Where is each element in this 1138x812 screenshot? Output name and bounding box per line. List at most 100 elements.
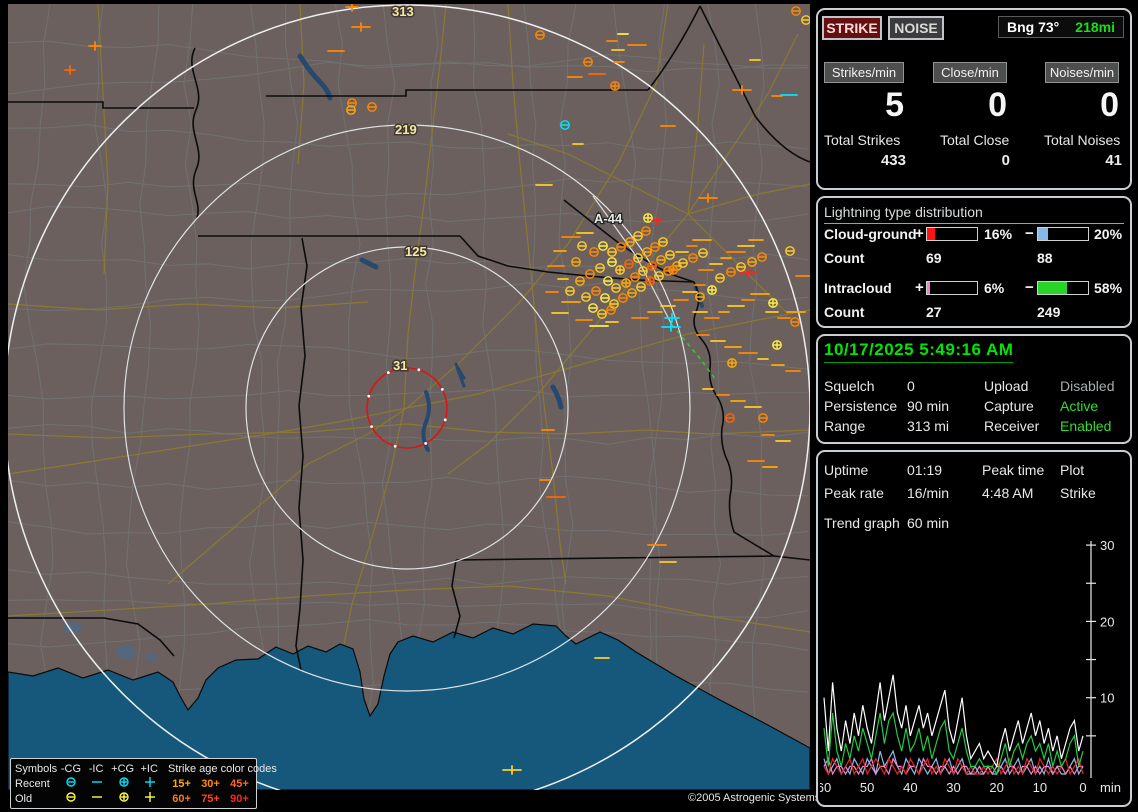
trend-x-tick-label: 10 xyxy=(1033,780,1047,795)
age-code-45: 45+ xyxy=(230,777,249,790)
legend-old-label: Old xyxy=(15,792,33,805)
strike-cp xyxy=(768,298,778,308)
legend-col-nic: -IC xyxy=(88,762,104,775)
cg-minus-pct: 20% xyxy=(1094,226,1123,242)
range-label: Range xyxy=(824,418,866,434)
trend-x-unit-label: min xyxy=(1100,780,1121,795)
cg-minus-bar xyxy=(1037,227,1089,241)
trend-series-white xyxy=(823,674,1084,769)
status-groupbox: 10/17/2025 5:49:16 AM Squelch 0 Upload D… xyxy=(816,334,1132,444)
legend-recent-cgp-icon xyxy=(110,776,137,791)
icp-symbol-icon xyxy=(145,792,156,802)
trend-y-tick-label: 30 xyxy=(1100,538,1114,553)
noise-button[interactable]: NOISE xyxy=(888,16,944,40)
cg-minus-sign: − xyxy=(1025,225,1034,242)
age-code-15: 15+ xyxy=(172,777,191,790)
legend-old-cgp-icon xyxy=(110,791,137,806)
strike-cp xyxy=(615,265,625,275)
icp-symbol-icon xyxy=(145,777,156,787)
uptime-value: 01:19 xyxy=(907,462,943,478)
trend-x-tick-label: 0 xyxy=(1079,780,1086,795)
ic-minus-pct: 58% xyxy=(1094,280,1123,296)
ic-plus-sign: + xyxy=(915,279,924,296)
close-per-min-chip[interactable]: Close/min xyxy=(933,62,1007,83)
ic-plus-count: 27 xyxy=(926,304,942,320)
range-value: 313 mi xyxy=(907,418,950,434)
total-noises-label: Total Noises xyxy=(1044,132,1121,148)
strikes-per-min-value: 5 xyxy=(885,86,904,124)
legend-symbols-title: Symbols xyxy=(15,762,58,775)
persistence-value: 90 min xyxy=(907,398,950,414)
strikes-per-min-chip[interactable]: Strikes/min xyxy=(824,62,904,83)
age-code-30: 30+ xyxy=(201,777,220,790)
legend-row-old: Old 60+ 75+ 90+ xyxy=(15,791,254,806)
strike-cp xyxy=(668,265,678,275)
squelch-label: Squelch xyxy=(824,378,875,394)
ic-plus-pct: 6% xyxy=(984,280,1005,296)
legend-old-cgm-icon xyxy=(58,791,84,806)
cg-plus-bar xyxy=(926,227,978,241)
ring-distance-label: 31 xyxy=(393,358,407,373)
peak-time-value: 4:48 AM xyxy=(982,485,1034,501)
strike-cp xyxy=(707,285,717,295)
cgm-symbol-icon xyxy=(66,777,76,787)
trend-y-tick-label: 10 xyxy=(1100,691,1114,706)
trend-x-tick-label: 30 xyxy=(946,780,960,795)
legend-row-recent: Recent 15+ 30+ 45+ xyxy=(15,776,254,791)
ic-minus-bar xyxy=(1037,281,1089,295)
peak-rate-value: 16/min xyxy=(907,485,950,501)
map-canvas[interactable]: 313 219 125 31 A-44 xyxy=(3,2,811,812)
cgm-symbol-icon xyxy=(66,792,76,802)
bearing-display: Bng 73° 218mi xyxy=(998,16,1124,38)
legend-col-ncg: -CG xyxy=(60,762,82,775)
peak-rate-label: Peak rate xyxy=(824,485,884,501)
bearing-range-value: 218mi xyxy=(1075,19,1115,35)
legend-old-icp-icon xyxy=(137,791,163,806)
cloud-ground-label: Cloud-ground xyxy=(824,226,917,242)
icm-symbol-icon xyxy=(91,796,102,798)
strike-cp xyxy=(647,261,657,271)
plot-label: Plot xyxy=(1060,462,1085,478)
trend-graph-chart: 10 20 30 60 50 40 30 20 10 0 min xyxy=(820,538,1121,795)
noises-per-min-chip[interactable]: Noises/min xyxy=(1045,62,1119,83)
trend-groupbox: Uptime 01:19 Peak time Plot Peak rate 16… xyxy=(816,450,1132,807)
squelch-value: 0 xyxy=(907,378,915,394)
trend-y-tick-label: 20 xyxy=(1100,614,1114,629)
trend-x-tick-label: 20 xyxy=(989,780,1003,795)
capture-status: Active xyxy=(1060,398,1099,414)
trend-graph-value: 60 min xyxy=(907,515,950,531)
total-strikes-value: 433 xyxy=(880,152,906,169)
strike-button[interactable]: STRIKE xyxy=(822,16,882,40)
close-per-min-value: 0 xyxy=(988,86,1007,124)
total-noises-value: 41 xyxy=(1105,152,1122,169)
legend-recent-icm-icon xyxy=(84,776,110,791)
intracloud-label: Intracloud xyxy=(824,280,892,296)
map-symbol-legend: Symbols -CG -IC +CG +IC Strike age color… xyxy=(10,758,277,809)
bearing-value: Bng 73° xyxy=(1007,19,1060,35)
legend-col-pic: +IC xyxy=(140,762,158,775)
ic-minus-count: 249 xyxy=(1037,304,1061,320)
legend-recent-label: Recent xyxy=(15,777,50,790)
storm-cell-label: A-44 xyxy=(594,211,623,226)
cg-plus-pct: 16% xyxy=(984,226,1013,242)
trend-x-tick-label: 50 xyxy=(860,780,874,795)
strike-cp xyxy=(610,81,620,91)
age-code-75: 75+ xyxy=(201,792,220,805)
age-code-60: 60+ xyxy=(172,792,191,805)
strike-cp xyxy=(643,213,653,223)
receiver-label: Receiver xyxy=(984,418,1040,434)
legend-recent-cgm-icon xyxy=(58,776,84,791)
cg-minus-count: 88 xyxy=(1037,250,1053,266)
ring-distance-label: 125 xyxy=(405,244,427,259)
trend-x-tick-label: 40 xyxy=(903,780,917,795)
uptime-label: Uptime xyxy=(824,462,869,478)
distribution-groupbox: Lightning type distribution Cloud-ground… xyxy=(816,196,1132,328)
ic-count-label: Count xyxy=(824,304,865,320)
total-close-value: 0 xyxy=(1001,152,1010,169)
cgp-symbol-icon xyxy=(118,777,129,787)
strike-cp xyxy=(621,278,631,288)
copyright-text: ©2005 Astrogenic Systems xyxy=(688,792,821,804)
ring-distance-label: 219 xyxy=(395,122,417,137)
total-strikes-label: Total Strikes xyxy=(824,132,901,148)
cgp-symbol-icon xyxy=(118,792,129,802)
